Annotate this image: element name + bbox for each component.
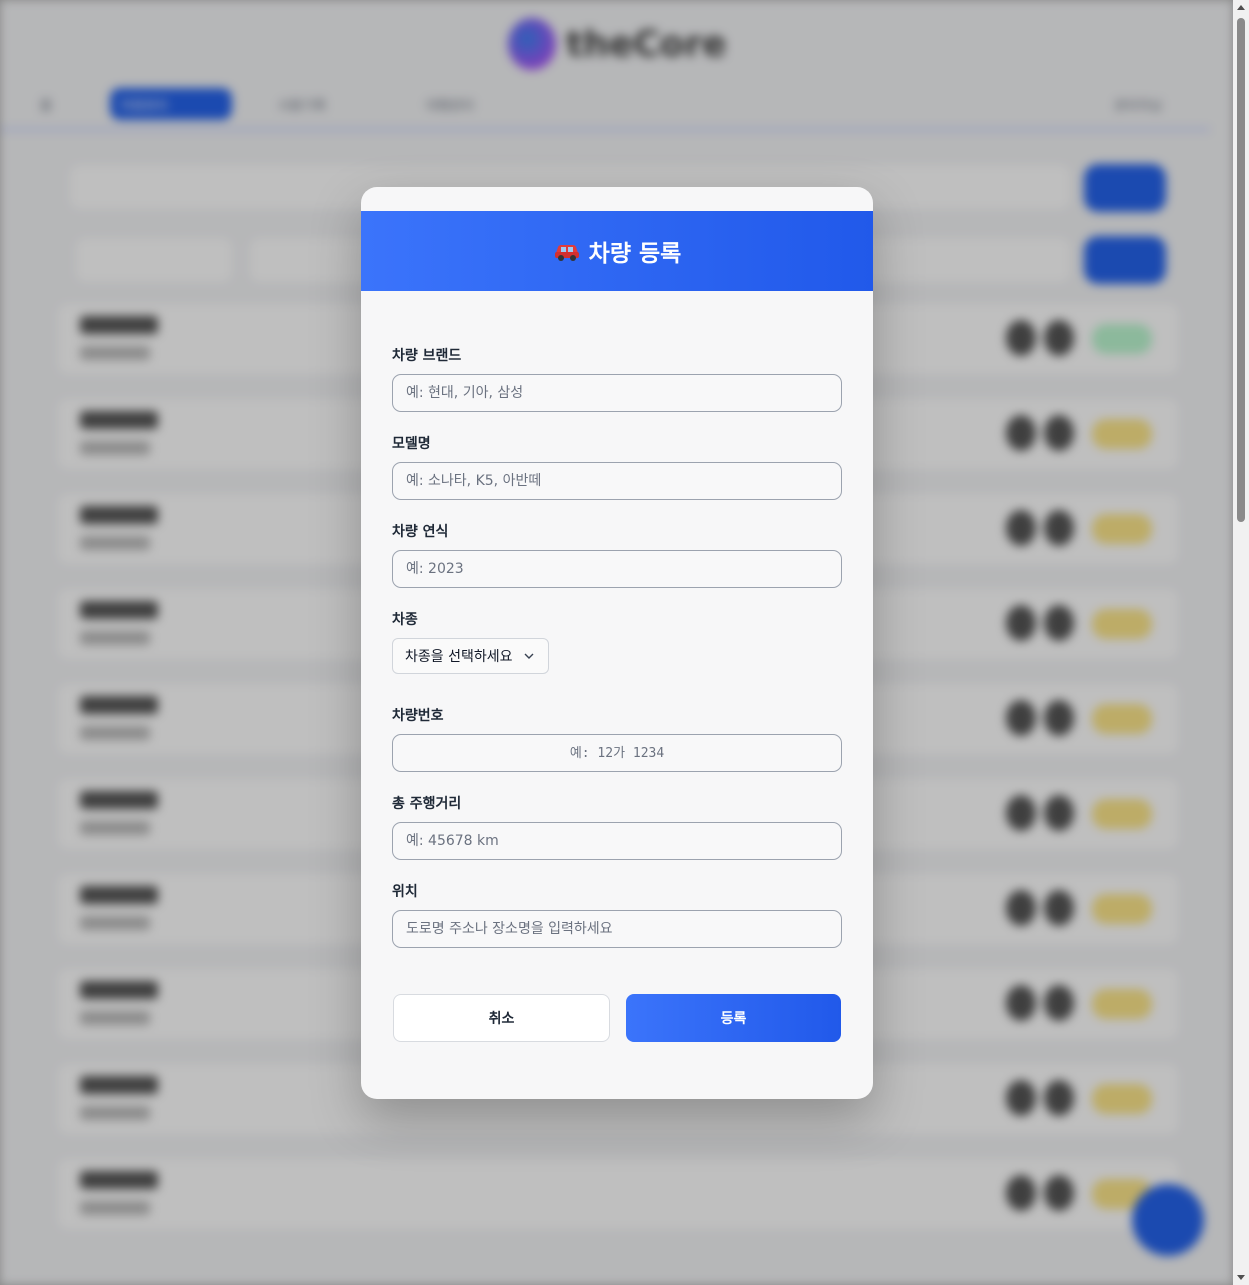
brand-input[interactable] — [392, 374, 842, 412]
mileage-label: 총 주행거리 — [392, 796, 462, 812]
mileage-input[interactable] — [392, 822, 842, 860]
model-label: 모델명 — [392, 436, 431, 452]
model-input[interactable] — [392, 462, 842, 500]
mileage-field: 총 주행거리 — [392, 795, 842, 860]
scroll-down-icon[interactable] — [1237, 1275, 1245, 1280]
scroll-thumb[interactable] — [1237, 18, 1245, 522]
submit-button[interactable]: 등록 — [626, 994, 841, 1042]
year-field: 차량 연식 — [392, 523, 842, 588]
vehicle-register-modal: 차량 등록 차량 브랜드 모델명 차량 연식 차종 차종을 선택하세요 차량번호… — [361, 187, 873, 1099]
cancel-button[interactable]: 취소 — [393, 994, 610, 1042]
scroll-up-icon[interactable] — [1237, 5, 1245, 10]
type-select-value: 차종을 선택하세요 — [405, 649, 513, 665]
car-icon — [553, 240, 581, 262]
type-select[interactable]: 차종을 선택하세요 — [392, 638, 549, 674]
location-field: 위치 — [392, 883, 842, 948]
chevron-down-icon — [524, 653, 533, 659]
type-label: 차종 — [392, 612, 418, 628]
location-input[interactable] — [392, 910, 842, 948]
year-label: 차량 연식 — [392, 524, 449, 540]
year-input[interactable] — [392, 550, 842, 588]
modal-header: 차량 등록 — [361, 211, 873, 291]
location-label: 위치 — [392, 884, 418, 900]
brand-field: 차량 브랜드 — [392, 347, 842, 412]
page-scrollbar[interactable] — [1233, 0, 1249, 1285]
model-field: 모델명 — [392, 435, 842, 500]
type-field: 차종 차종을 선택하세요 — [392, 611, 842, 674]
modal-title: 차량 등록 — [588, 241, 682, 267]
plate-field: 차량번호 — [392, 707, 842, 772]
plate-input[interactable] — [392, 734, 842, 772]
plate-label: 차량번호 — [392, 708, 444, 724]
brand-label: 차량 브랜드 — [392, 348, 462, 364]
